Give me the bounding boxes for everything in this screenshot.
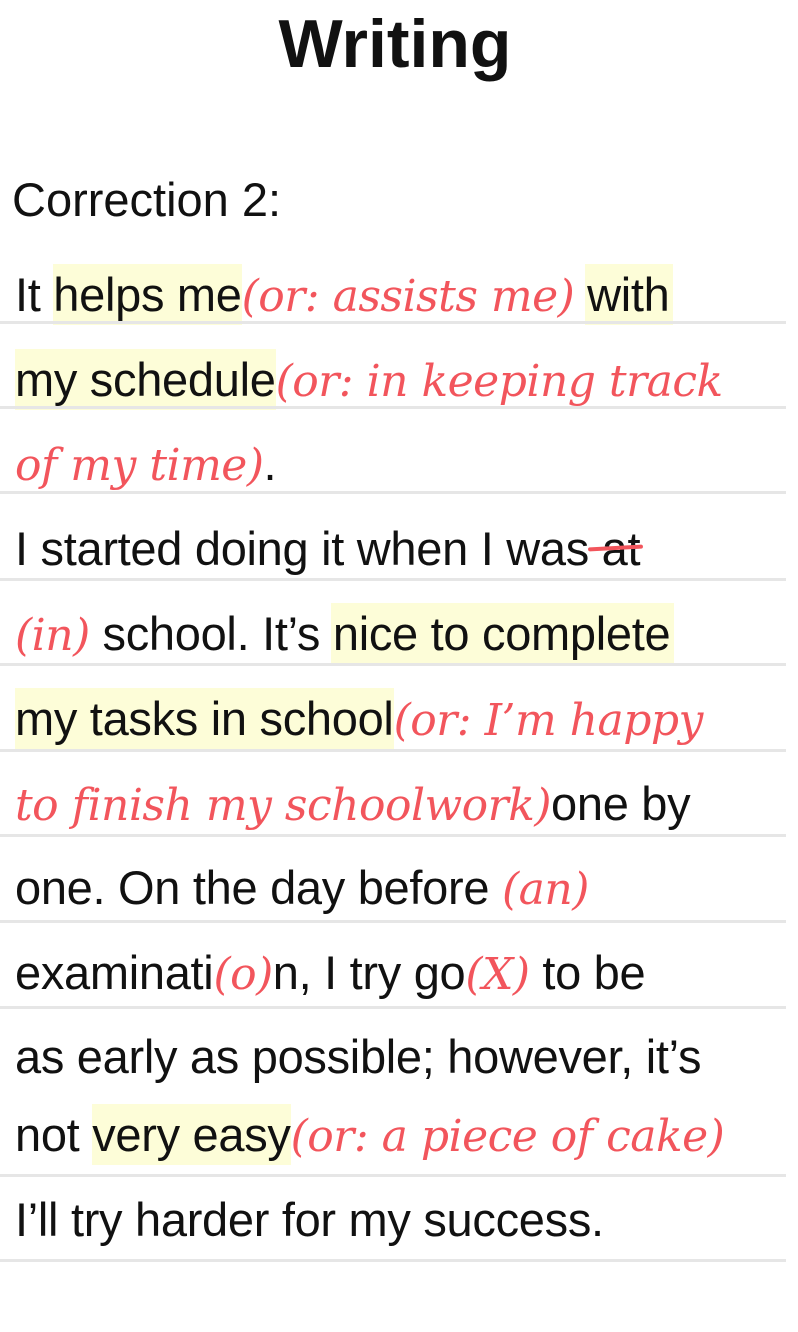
- text-line-8: one. On the day before (an): [15, 846, 589, 930]
- correction-note: of my time): [15, 440, 264, 491]
- correction-note: (or: in keeping track: [275, 356, 724, 407]
- struck-word: at: [601, 522, 641, 575]
- correction-note: (o): [213, 949, 273, 1000]
- plain-text: one. On the day before: [15, 861, 502, 914]
- plain-text: I’ll try harder for my success.: [15, 1193, 604, 1246]
- line-rule: [0, 663, 786, 666]
- line-rule: [0, 1259, 786, 1262]
- line-rule: [0, 920, 786, 923]
- correction-note: (or: assists me): [241, 271, 575, 322]
- highlighted-phrase: helps me: [53, 264, 242, 325]
- highlighted-phrase: very easy: [92, 1104, 291, 1165]
- section-subtitle: Correction 2:: [12, 173, 282, 226]
- plain-text: It: [15, 268, 54, 321]
- correction-note: (an): [501, 864, 589, 915]
- correction-note: (X): [465, 949, 530, 1000]
- text-line-1: It helps me(or: assists me) with: [15, 253, 674, 337]
- text-line-2: my schedule(or: in keeping track: [15, 338, 723, 422]
- plain-text: one by: [551, 777, 691, 830]
- line-rule: [0, 749, 786, 752]
- line-rule: [0, 1174, 786, 1177]
- text-line-12: I’ll try harder for my success.: [15, 1178, 604, 1262]
- highlighted-phrase: nice to complete: [330, 603, 675, 664]
- text-line-9: examinati(o)n, I try go(X) to be: [15, 931, 646, 1015]
- plain-text: examinati: [15, 946, 214, 999]
- text-line-11: not very easy(or: a piece of cake): [15, 1093, 725, 1177]
- line-rule: [0, 406, 786, 409]
- page-title: Writing: [278, 6, 512, 82]
- line-rule: [0, 491, 786, 494]
- plain-text: not: [15, 1108, 93, 1161]
- plain-text: as early as possible; however, it’s: [15, 1030, 702, 1083]
- highlighted-phrase: my schedule: [15, 349, 276, 410]
- line-rule: [0, 578, 786, 581]
- plain-text: I started doing it when I was: [15, 522, 589, 575]
- line-rule: [0, 1006, 786, 1009]
- correction-note: (in): [15, 610, 90, 661]
- highlighted-phrase: with: [585, 264, 674, 325]
- plain-text: n, I try go: [272, 946, 466, 999]
- highlighted-phrase: my tasks in school: [15, 688, 394, 749]
- plain-text: .: [263, 437, 277, 490]
- line-rule: [0, 834, 786, 837]
- line-rule: [0, 321, 786, 324]
- plain-text: to be: [529, 946, 646, 999]
- text-line-10: as early as possible; however, it’s: [15, 1015, 701, 1099]
- correction-note: (or: a piece of cake): [290, 1111, 725, 1162]
- plain-text: school. It’s: [89, 607, 333, 660]
- correction-note: to finish my schoolwork): [15, 780, 552, 831]
- correction-note: (or: I’m happy: [393, 695, 704, 746]
